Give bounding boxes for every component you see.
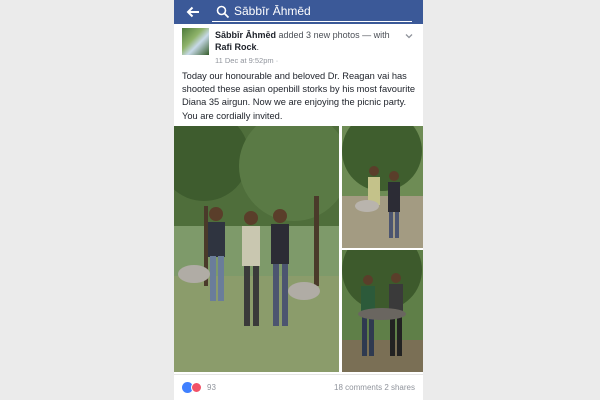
- engagement-stats: 18 comments 2 shares: [334, 383, 415, 392]
- chevron-down-icon[interactable]: [404, 28, 414, 39]
- post-meta: 11 Dec at 9:52pm ·: [215, 56, 278, 65]
- tagged-friend[interactable]: Rafi Rock: [215, 42, 257, 52]
- photo-main[interactable]: [174, 126, 339, 372]
- top-search-bar: Sābbīr Āhmēd: [174, 0, 423, 24]
- search-icon: [216, 5, 230, 19]
- with-prefix: with: [373, 30, 390, 40]
- back-arrow-icon[interactable]: [184, 3, 202, 21]
- author-name[interactable]: Sābbīr Āhmēd: [215, 30, 276, 40]
- post-action: added 3 new photos —: [278, 30, 372, 40]
- photo-grid: [174, 124, 423, 372]
- post-footer: 93 18 comments 2 shares: [174, 374, 423, 400]
- post-header: Sābbīr Āhmēd added 3 new photos — with R…: [174, 26, 423, 66]
- search-input[interactable]: Sābbīr Āhmēd: [212, 2, 412, 22]
- photo-top-right[interactable]: [342, 126, 423, 248]
- mobile-screen: Sābbīr Āhmēd Sābbīr Āhmēd added 3 new ph…: [174, 0, 423, 400]
- privacy-separator: ·: [275, 56, 279, 65]
- post-timestamp[interactable]: 11 Dec at 9:52pm: [215, 56, 274, 65]
- post-text: Today our honourable and beloved Dr. Rea…: [182, 71, 416, 121]
- avatar[interactable]: [182, 28, 209, 55]
- comments-count[interactable]: 18 comments: [334, 383, 382, 392]
- love-reaction-icon[interactable]: [191, 382, 202, 393]
- shares-count[interactable]: 2 shares: [384, 383, 415, 392]
- photo-bottom-right[interactable]: [342, 250, 423, 372]
- search-query: Sābbīr Āhmēd: [234, 4, 311, 18]
- post-author-line: Sābbīr Āhmēd added 3 new photos — with R…: [215, 30, 390, 52]
- reaction-count[interactable]: 93: [207, 383, 216, 392]
